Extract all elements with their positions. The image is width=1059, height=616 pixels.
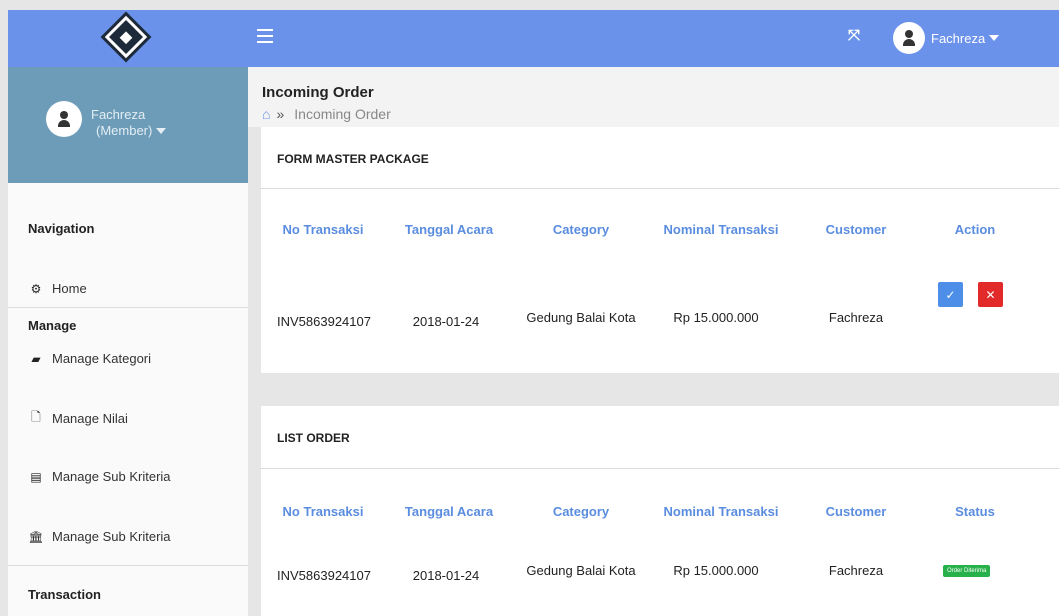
divider xyxy=(8,307,248,308)
divider xyxy=(8,565,248,566)
file-icon: 🗋 xyxy=(31,410,41,424)
form-master-package-panel: FORM MASTER PACKAGE No Transaksi Tanggal… xyxy=(261,127,1059,373)
sidebar-profile: Fachreza (Member) xyxy=(8,67,248,183)
sidebar-item-manage-sub-kriteria[interactable]: ▤ Manage Sub Kriteria xyxy=(28,469,171,484)
column-header: Customer xyxy=(825,504,887,519)
logo[interactable] xyxy=(8,10,248,67)
fullscreen-icon[interactable]: ⤧ xyxy=(846,28,862,44)
sidebar-item-label: Manage Sub Kriteria xyxy=(52,529,171,544)
profile-name: Fachreza xyxy=(91,107,146,122)
breadcrumb: ⌂ » Incoming Order xyxy=(262,106,391,122)
caret-down-icon xyxy=(156,127,167,134)
navigation-heading: Navigation xyxy=(28,221,95,236)
breadcrumb-separator: » xyxy=(276,106,285,122)
sidebar-item-manage-sub-kriteria-2[interactable]: 🏛 Manage Sub Kriteria xyxy=(28,529,171,544)
user-menu[interactable]: Fachreza xyxy=(893,22,1000,54)
sidebar-item-label: Manage Nilai xyxy=(52,411,128,426)
table-cell-no-transaksi: INV5863924107 xyxy=(277,314,371,329)
table-cell-nominal: Rp 15.000.000 xyxy=(673,310,759,325)
sidebar-item-label: Manage Kategori xyxy=(52,351,152,366)
table-cell-category: Gedung Balai Kota xyxy=(526,563,636,578)
manage-heading: Manage xyxy=(28,318,77,333)
table-cell-tanggal: 2018-01-24 xyxy=(412,314,480,329)
column-header: No Transaksi xyxy=(282,504,364,519)
column-header: Action xyxy=(954,222,996,237)
breadcrumb-current: Incoming Order xyxy=(294,106,391,122)
logo-diamond-icon xyxy=(104,15,148,59)
home-icon[interactable]: ⌂ xyxy=(262,106,270,122)
table-cell-customer: Fachreza xyxy=(828,563,884,578)
reject-button[interactable]: ✕ xyxy=(978,282,1003,307)
sidebar-item-home[interactable]: ⚙ Home xyxy=(28,281,87,296)
user-name: Fachreza xyxy=(931,30,986,46)
sidebar-item-label: Home xyxy=(52,281,87,296)
table-cell-nominal: Rp 15.000.000 xyxy=(673,563,759,578)
panel-title: LIST ORDER xyxy=(277,431,350,445)
column-header: Tanggal Acara xyxy=(404,222,494,237)
top-navbar: ⤧ Fachreza xyxy=(8,10,1059,67)
column-header: Status xyxy=(955,504,995,519)
menu-toggle-icon[interactable] xyxy=(257,29,273,43)
column-header: Tanggal Acara xyxy=(404,504,494,519)
table-cell-tanggal: 2018-01-24 xyxy=(412,568,480,583)
profile-role-label: (Member) xyxy=(96,123,153,138)
transaction-heading: Transaction xyxy=(28,587,101,602)
column-header: Nominal Transaksi xyxy=(663,504,779,519)
column-header: Category xyxy=(552,222,610,237)
column-header: Nominal Transaksi xyxy=(663,222,779,237)
dashboard-icon: ⚙ xyxy=(30,281,42,296)
table-cell-no-transaksi: INV5863924107 xyxy=(277,568,371,583)
divider xyxy=(261,468,1059,469)
profile-role-dropdown[interactable]: (Member) xyxy=(96,123,167,138)
table-cell-category: Gedung Balai Kota xyxy=(526,310,636,325)
sidebar: Fachreza (Member) Navigation ⚙ Home Mana… xyxy=(8,67,248,616)
caret-down-icon xyxy=(989,35,1000,41)
divider xyxy=(261,188,1059,189)
sidebar-item-manage-nilai[interactable]: 🗋 Manage Nilai xyxy=(28,410,128,426)
column-header: Category xyxy=(552,504,610,519)
profile-avatar-icon xyxy=(46,101,82,137)
sidebar-item-label: Manage Sub Kriteria xyxy=(52,469,171,484)
list-icon: ▤ xyxy=(30,469,42,484)
check-icon: ✓ xyxy=(945,287,956,302)
user-avatar-icon xyxy=(893,22,925,54)
accept-button[interactable]: ✓ xyxy=(938,282,963,307)
table-cell-customer: Fachreza xyxy=(828,310,884,325)
bank-icon: 🏛 xyxy=(28,529,44,544)
column-header: No Transaksi xyxy=(282,222,364,237)
list-order-panel: LIST ORDER No Transaksi Tanggal Acara Ca… xyxy=(261,406,1059,616)
panel-title: FORM MASTER PACKAGE xyxy=(277,152,429,166)
column-header: Customer xyxy=(825,222,887,237)
sidebar-item-manage-kategori[interactable]: ▰ Manage Kategori xyxy=(28,351,151,366)
book-icon: ▰ xyxy=(31,351,41,366)
page-title: Incoming Order xyxy=(262,84,374,101)
close-icon: ✕ xyxy=(985,287,996,302)
status-badge: Order Diterima xyxy=(943,565,991,577)
